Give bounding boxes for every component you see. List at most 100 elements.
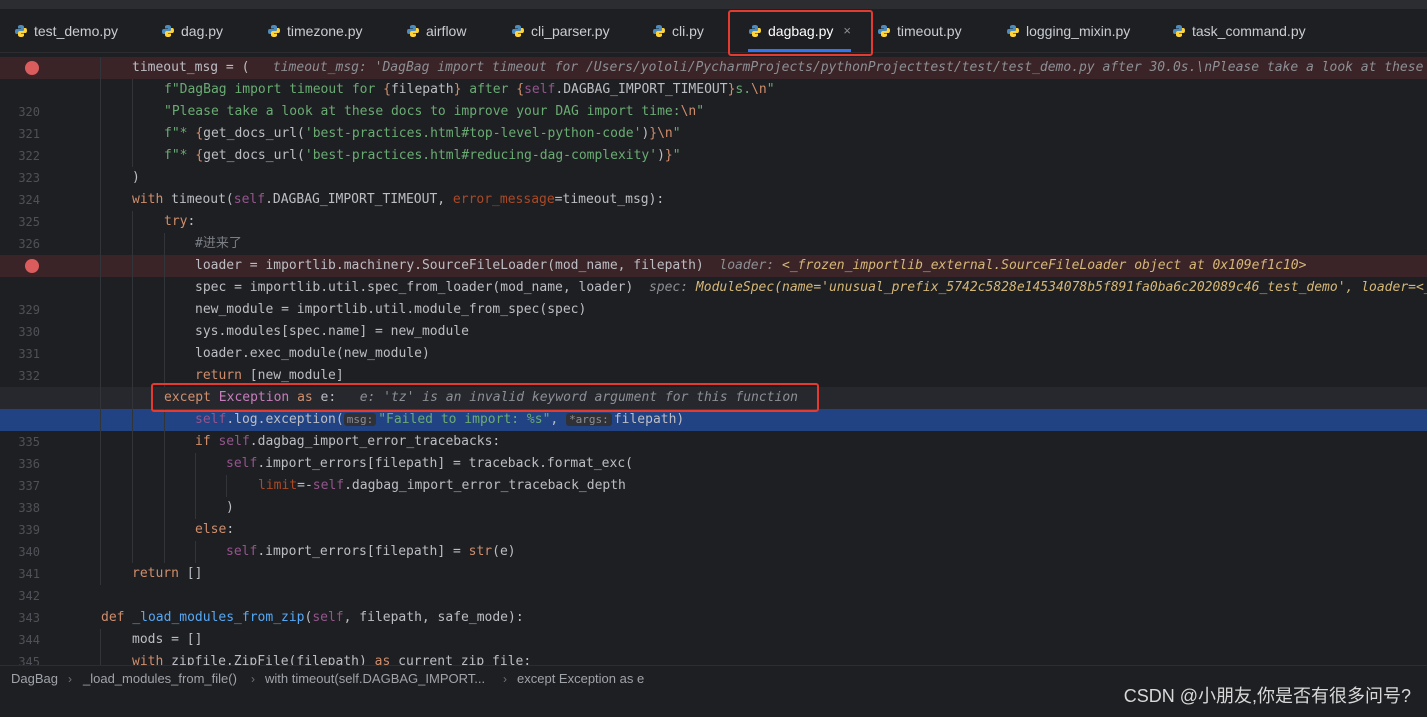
param-hint: msg: [343, 413, 377, 426]
code-line-340[interactable]: 340 else: [0, 519, 1427, 559]
code-line-331[interactable]: 331 sys.modules[spec.name] = new_module [0, 321, 1427, 361]
breadcrumb-separator-icon: › [68, 672, 72, 686]
indent-guide [132, 299, 133, 321]
code-line-320[interactable]: 320 f"DagBag import timeout for {filepat… [0, 79, 1427, 119]
indent-guide [226, 475, 227, 497]
breadcrumb-with-block[interactable]: with timeout(self.DAGBAG_IMPORT... [265, 666, 485, 692]
indent-guide [195, 453, 196, 475]
indent-guide [100, 629, 101, 651]
indent-guide [164, 475, 165, 497]
code-line-322[interactable]: 322 f"* {get_docs_url('best-practices.ht… [0, 123, 1427, 163]
breadcrumb-function[interactable]: _load_modules_from_file() [83, 666, 237, 692]
indent-guide [195, 475, 196, 497]
code-text: timeout_msg = ( timeout_msg: 'DagBag imp… [132, 57, 1427, 79]
tab-label: task_command.py [1192, 22, 1306, 39]
code-text: self.import_errors[filepath] = str(e) [226, 544, 516, 559]
indent-guide [132, 519, 133, 541]
tab-cli-parser[interactable]: cli_parser.py [511, 9, 610, 52]
python-file-icon [749, 24, 761, 37]
python-file-icon [653, 24, 665, 37]
code-line-328[interactable]: loader = importlib.machinery.SourceFileL… [0, 255, 1427, 277]
code-line-338[interactable]: 338 limit=-self.dagbag_import_error_trac… [0, 475, 1427, 515]
code-line-329[interactable]: 329 spec = importlib.util.spec_from_load… [0, 277, 1427, 317]
indent-guide [100, 277, 101, 299]
indent-guide [132, 343, 133, 365]
indent-guide [100, 299, 101, 321]
code-line-334[interactable]: 334 except Exception as e: e: 'tz' is an… [0, 387, 1427, 427]
inlay-variable-name: timeout_msg: [272, 60, 367, 75]
inlay-variable-value: ModuleSpec(name='unusual_prefix_5742c582… [695, 280, 1427, 295]
code-line-324[interactable]: 324 ) [0, 167, 1427, 207]
code-line-337[interactable]: 337 self.import_errors[filepath] = trace… [0, 453, 1427, 493]
tab-label: airflow [426, 22, 467, 39]
code-line-326[interactable]: 326 try: [0, 211, 1427, 251]
tab-task-command[interactable]: task_command.py [1172, 9, 1306, 52]
code-line-341[interactable]: 341 self.import_errors[filepath] = str(e… [0, 541, 1427, 581]
tab-timeout[interactable]: timeout.py [877, 9, 962, 52]
indent-guide [164, 453, 165, 475]
indent-guide [132, 79, 133, 101]
indent-guide [132, 387, 133, 409]
indent-guide [164, 431, 165, 453]
tab-dag[interactable]: dag.py [161, 9, 223, 52]
tab-dagbag[interactable]: dagbag.py × [740, 9, 859, 52]
indent-guide [100, 651, 101, 665]
code-line-323[interactable]: 323 f"* {get_docs_url('best-practices.ht… [0, 145, 1427, 185]
indent-guide [100, 123, 101, 145]
indent-guide [100, 475, 101, 497]
indent-guide [132, 497, 133, 519]
code-line-333[interactable]: 333 return [new_module] [0, 365, 1427, 405]
tab-label: cli.py [672, 22, 704, 39]
breakpoint-icon[interactable] [25, 61, 39, 75]
tab-label: dagbag.py [768, 22, 834, 39]
code-line-342[interactable]: 342 return [] [0, 563, 1427, 603]
code-line-325[interactable]: 325 with timeout(self.DAGBAG_IMPORT_TIME… [0, 189, 1427, 229]
code-line-345[interactable]: 345 mods = [] [0, 629, 1427, 665]
code-line-330[interactable]: 330 new_module = importlib.util.module_f… [0, 299, 1427, 339]
code-line-346[interactable]: 346 with zipfile.ZipFile(filepath) as cu… [0, 651, 1427, 665]
python-file-icon [268, 24, 280, 37]
indent-guide [132, 123, 133, 145]
close-tab-icon[interactable]: × [843, 23, 851, 38]
indent-guide [100, 409, 101, 431]
breakpoint-icon[interactable] [25, 259, 39, 273]
python-file-icon [878, 24, 890, 37]
code-line-319[interactable]: timeout_msg = ( timeout_msg: 'DagBag imp… [0, 57, 1427, 79]
indent-guide [132, 475, 133, 497]
indent-guide [100, 211, 101, 233]
indent-guide [164, 299, 165, 321]
code-line-327[interactable]: 327 #进来了 [0, 233, 1427, 273]
indent-guide [132, 101, 133, 123]
indent-guide [100, 343, 101, 365]
window-top-strip [0, 0, 1427, 9]
code-line-339[interactable]: 339 ) [0, 497, 1427, 537]
indent-guide [100, 233, 101, 255]
code-comment: #进来了 [195, 236, 242, 251]
code-line-344[interactable]: 344 def _load_modules_from_zip(self, fil… [0, 607, 1427, 647]
tab-timezone[interactable]: timezone.py [267, 9, 362, 52]
indent-guide [132, 277, 133, 299]
code-line-332[interactable]: 332 loader.exec_module(new_module) [0, 343, 1427, 383]
code-editor[interactable]: timeout_msg = ( timeout_msg: 'DagBag imp… [0, 57, 1427, 665]
code-text: ) [132, 170, 140, 185]
tab-airflow[interactable]: airflow [406, 9, 466, 52]
breadcrumb-class[interactable]: DagBag [11, 666, 58, 692]
tab-test-demo[interactable]: test_demo.py [14, 9, 118, 52]
indent-guide [100, 387, 101, 409]
code-line-321[interactable]: 321 "Please take a look at these docs to… [0, 101, 1427, 141]
tab-logging-mixin[interactable]: logging_mixin.py [1006, 9, 1130, 52]
python-file-icon [1173, 24, 1185, 37]
indent-guide [100, 57, 101, 79]
indent-guide [100, 167, 101, 189]
tab-cli[interactable]: cli.py [652, 9, 704, 52]
indent-guide [132, 431, 133, 453]
code-text: with zipfile.ZipFile(filepath) as curren… [132, 654, 532, 665]
indent-guide [195, 541, 196, 563]
code-line-335[interactable]: 335 self.log.exception(msg: "Failed to im… [0, 409, 1427, 449]
code-line-343[interactable]: 343 [0, 585, 1427, 625]
indent-guide [100, 255, 101, 277]
code-text: self.log.exception(msg: "Failed to import… [195, 412, 685, 427]
code-line-336[interactable]: 336 if self.dagbag_import_error_tracebac… [0, 431, 1427, 471]
code-text: loader.exec_module(new_module) [195, 346, 430, 361]
breadcrumb-except-block[interactable]: except Exception as e [517, 666, 644, 692]
